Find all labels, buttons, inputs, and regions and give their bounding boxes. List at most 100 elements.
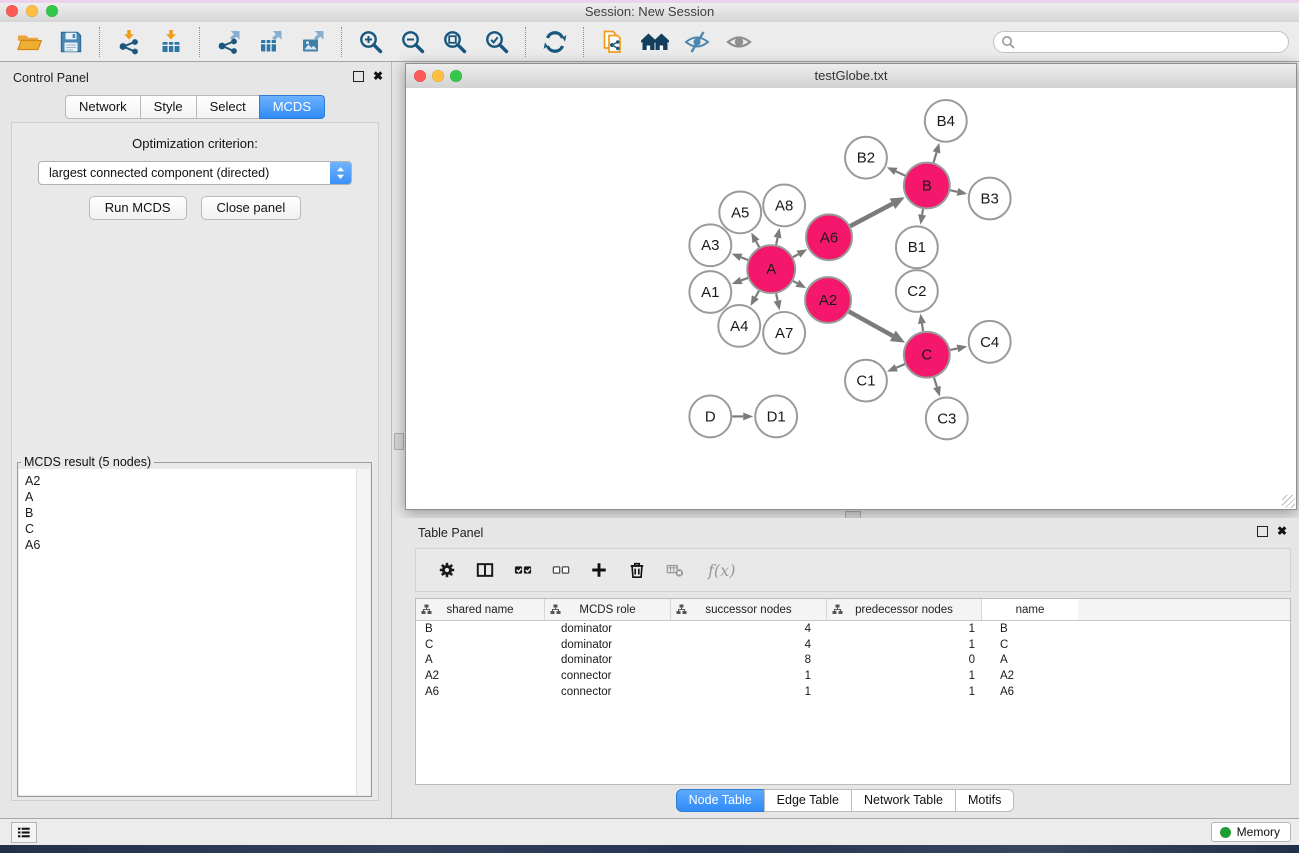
result-list-scrollbar[interactable] <box>356 469 370 795</box>
column-header-mcds-role[interactable]: MCDS role <box>545 599 671 620</box>
graph-edge-A-A5[interactable] <box>756 241 759 247</box>
tab-mcds[interactable]: MCDS <box>259 95 325 119</box>
graph-edge-A-A1[interactable] <box>741 278 748 281</box>
cell-name[interactable]: A6 <box>982 686 1078 698</box>
table-row-b[interactable]: Bdominator41B <box>416 621 1290 637</box>
graph-edge-A-A8[interactable] <box>776 238 777 245</box>
cell-predecessor-nodes[interactable]: 1 <box>827 686 982 698</box>
import-network-button[interactable] <box>113 26 145 58</box>
vertical-splitter-handle[interactable] <box>394 433 404 450</box>
window-resize-grip[interactable] <box>1282 495 1295 508</box>
open-session-button[interactable] <box>13 26 45 58</box>
result-item[interactable]: A <box>25 489 357 505</box>
graph-edge-A-A2[interactable] <box>793 281 797 283</box>
graph-edge-A2-C[interactable] <box>849 312 893 336</box>
cell-shared-name[interactable]: C <box>416 639 545 651</box>
memory-button[interactable]: Memory <box>1211 822 1291 842</box>
network-canvas[interactable]: AA1A2A3A4A5A6A7A8BB1B2B3B4CC1C2C3C4DD1 <box>406 88 1296 509</box>
graph-edge-A-A3[interactable] <box>741 257 748 260</box>
cell-successor-nodes[interactable]: 4 <box>671 639 827 651</box>
column-header-predecessor-nodes[interactable]: predecessor nodes <box>827 599 982 620</box>
delete-column-button[interactable] <box>622 555 652 585</box>
close-panel-button[interactable]: Close panel <box>201 196 302 220</box>
cell-name[interactable]: C <box>982 639 1078 651</box>
cell-shared-name[interactable]: A <box>416 654 545 666</box>
criterion-dropdown[interactable]: largest connected component (directed) <box>38 161 352 185</box>
cell-mcds-role[interactable]: connector <box>545 686 671 698</box>
save-session-button[interactable] <box>55 26 87 58</box>
zoom-selected-button[interactable] <box>481 26 513 58</box>
graph-edge-B-B1[interactable] <box>922 209 923 215</box>
task-history-button[interactable] <box>11 822 37 843</box>
cell-mcds-role[interactable]: dominator <box>545 623 671 635</box>
export-image-button[interactable] <box>297 26 329 58</box>
tab-motifs[interactable]: Motifs <box>955 789 1014 812</box>
graph-edge-B-B3[interactable] <box>950 190 957 191</box>
show-graphics-details-button[interactable] <box>723 26 755 58</box>
table-row-a2[interactable]: A2connector11A2 <box>416 668 1290 684</box>
add-column-button[interactable] <box>584 555 614 585</box>
function-builder-button[interactable]: f(x) <box>698 555 741 585</box>
column-header-shared-name[interactable]: shared name <box>416 599 545 620</box>
graph-edge-A-A6[interactable] <box>793 254 798 257</box>
cell-predecessor-nodes[interactable]: 0 <box>827 654 982 666</box>
graph-edge-C-C2[interactable] <box>922 323 923 331</box>
graph-edge-B-B2[interactable] <box>896 171 905 175</box>
result-item[interactable]: B <box>25 505 357 521</box>
graph-edge-A-A4[interactable] <box>755 291 759 297</box>
show-columns-button[interactable] <box>470 555 500 585</box>
export-table-button[interactable] <box>255 26 287 58</box>
graph-edge-B-B4[interactable] <box>934 152 937 162</box>
table-row-c[interactable]: Cdominator41C <box>416 637 1290 653</box>
cell-name[interactable]: B <box>982 623 1078 635</box>
cell-mcds-role[interactable]: dominator <box>545 654 671 666</box>
zoom-in-button[interactable] <box>355 26 387 58</box>
cell-shared-name[interactable]: A2 <box>416 670 545 682</box>
hide-graphics-details-button[interactable] <box>681 26 713 58</box>
tab-edge-table[interactable]: Edge Table <box>764 789 852 812</box>
cell-name[interactable]: A <box>982 654 1078 666</box>
graph-edge-A-A7[interactable] <box>776 294 777 301</box>
cell-predecessor-nodes[interactable]: 1 <box>827 639 982 651</box>
tab-node-table[interactable]: Node Table <box>676 789 765 812</box>
import-table-button[interactable] <box>155 26 187 58</box>
result-item[interactable]: A2 <box>25 473 357 489</box>
graph-edge-C-C4[interactable] <box>950 348 957 349</box>
cell-shared-name[interactable]: A6 <box>416 686 545 698</box>
mcds-result-list[interactable]: A2ABCA6 <box>19 469 357 795</box>
run-mcds-button[interactable]: Run MCDS <box>89 196 187 220</box>
table-row-a6[interactable]: A6connector11A6 <box>416 684 1290 700</box>
tab-select[interactable]: Select <box>196 95 260 119</box>
cell-successor-nodes[interactable]: 1 <box>671 670 827 682</box>
refresh-layout-button[interactable] <box>539 26 571 58</box>
graph-edge-C-C1[interactable] <box>896 364 905 368</box>
result-item[interactable]: A6 <box>25 537 357 553</box>
delete-table-button[interactable] <box>660 555 690 585</box>
cell-shared-name[interactable]: B <box>416 623 545 635</box>
table-row-a[interactable]: Adominator80A <box>416 652 1290 668</box>
cell-successor-nodes[interactable]: 1 <box>671 686 827 698</box>
export-network-button[interactable] <box>213 26 245 58</box>
clone-network-button[interactable] <box>597 26 629 58</box>
cell-mcds-role[interactable]: connector <box>545 670 671 682</box>
cell-predecessor-nodes[interactable]: 1 <box>827 670 982 682</box>
cell-mcds-role[interactable]: dominator <box>545 639 671 651</box>
cell-predecessor-nodes[interactable]: 1 <box>827 623 982 635</box>
float-panel-icon[interactable] <box>353 71 364 82</box>
network-graph[interactable]: AA1A2A3A4A5A6A7A8BB1B2B3B4CC1C2C3C4DD1 <box>406 88 1296 509</box>
column-header-name[interactable]: name <box>982 599 1078 620</box>
tab-network-table[interactable]: Network Table <box>851 789 956 812</box>
float-table-panel-icon[interactable] <box>1257 526 1268 537</box>
cell-successor-nodes[interactable]: 4 <box>671 623 827 635</box>
zoom-out-button[interactable] <box>397 26 429 58</box>
tab-style[interactable]: Style <box>140 95 197 119</box>
result-item[interactable]: C <box>25 521 357 537</box>
home-networks-button[interactable] <box>639 26 671 58</box>
close-panel-icon[interactable]: ✖ <box>373 70 383 82</box>
search-input[interactable] <box>1015 32 1288 52</box>
deselect-all-columns-button[interactable] <box>546 555 576 585</box>
column-header-successor-nodes[interactable]: successor nodes <box>671 599 827 620</box>
cell-name[interactable]: A2 <box>982 670 1078 682</box>
select-all-columns-button[interactable] <box>508 555 538 585</box>
graph-edge-C-C3[interactable] <box>934 378 937 388</box>
